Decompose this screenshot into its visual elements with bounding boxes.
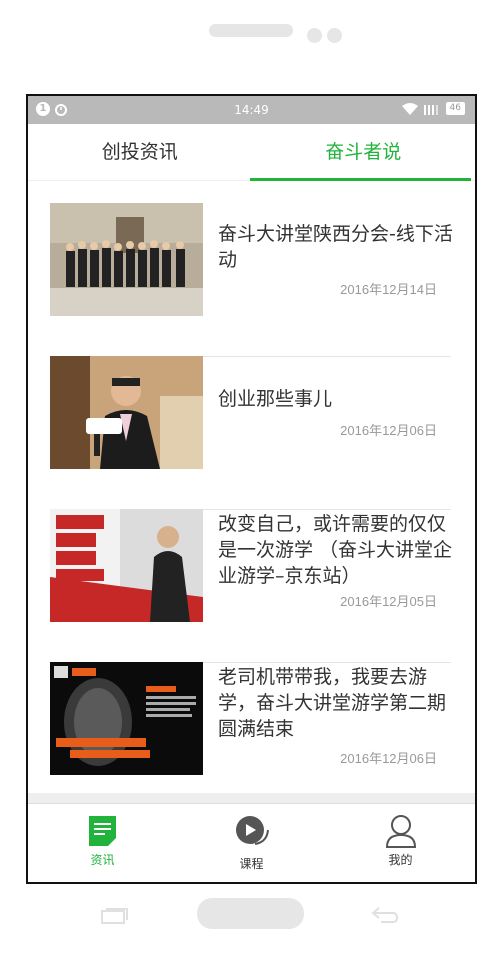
- tab-striver-talks[interactable]: 奋斗者说: [252, 124, 476, 180]
- tab-venture-news[interactable]: 创投资讯: [28, 124, 252, 180]
- nav-label: 我的: [388, 853, 413, 867]
- article-date: 2016年12月05日: [340, 594, 437, 609]
- article-item[interactable]: 奋斗大讲堂陕西分会-线下活动 2016年12月14日: [50, 203, 453, 357]
- battery-icon: 46: [445, 102, 465, 115]
- user-icon: [385, 815, 417, 848]
- article-date: 2016年12月06日: [340, 423, 437, 438]
- nav-label: 课程: [239, 857, 264, 871]
- nav-news[interactable]: 资讯: [28, 804, 177, 882]
- article-date: 2016年12月06日: [340, 751, 437, 766]
- status-bar: 1 14:49 46: [28, 96, 475, 124]
- phone-sensor: [307, 28, 322, 43]
- article-thumbnail: [50, 509, 203, 622]
- article-item[interactable]: 创业那些事儿 2016年12月06日: [50, 356, 451, 510]
- phone-speaker: [209, 24, 293, 37]
- back-icon[interactable]: [371, 905, 399, 925]
- article-title: 老司机带带我，我要去游学，奋斗大讲堂游学第二期圆满结束: [218, 666, 447, 740]
- active-tab-indicator: [250, 178, 471, 181]
- nav-profile[interactable]: 我的: [326, 804, 475, 882]
- article-item[interactable]: 改变自己，或许需要的仅仅是一次游学 （奋斗大讲堂企业游学–京东站） 2016年1…: [50, 509, 453, 663]
- article-date: 2016年12月14日: [340, 282, 437, 297]
- article-thumbnail: [50, 662, 203, 775]
- signal-icon: [423, 104, 438, 115]
- tab-bar: 创投资讯 奋斗者说: [28, 124, 475, 181]
- home-button[interactable]: [197, 898, 304, 929]
- article-title: 改变自己，或许需要的仅仅是一次游学 （奋斗大讲堂企业游学–京东站）: [218, 513, 453, 587]
- app-screen: 1 14:49 46 创投资讯 奋斗者说 奋斗大讲堂陕西分会-线下活动 2016…: [26, 94, 477, 884]
- list-footer-divider: [28, 793, 475, 803]
- nav-label: 资讯: [90, 853, 115, 867]
- article-title: 奋斗大讲堂陕西分会-线下活动: [218, 223, 453, 271]
- nav-courses[interactable]: 课程: [177, 804, 326, 882]
- article-thumbnail: [50, 356, 203, 469]
- bottom-navigation: 资讯 课程 我的: [28, 803, 475, 882]
- article-thumbnail: [50, 203, 203, 316]
- recent-apps-icon[interactable]: [101, 906, 129, 924]
- wifi-icon: [401, 102, 418, 115]
- phone-camera: [327, 28, 342, 43]
- chat-icon: [236, 816, 269, 845]
- news-icon: [89, 816, 116, 846]
- article-title: 创业那些事儿: [218, 388, 333, 410]
